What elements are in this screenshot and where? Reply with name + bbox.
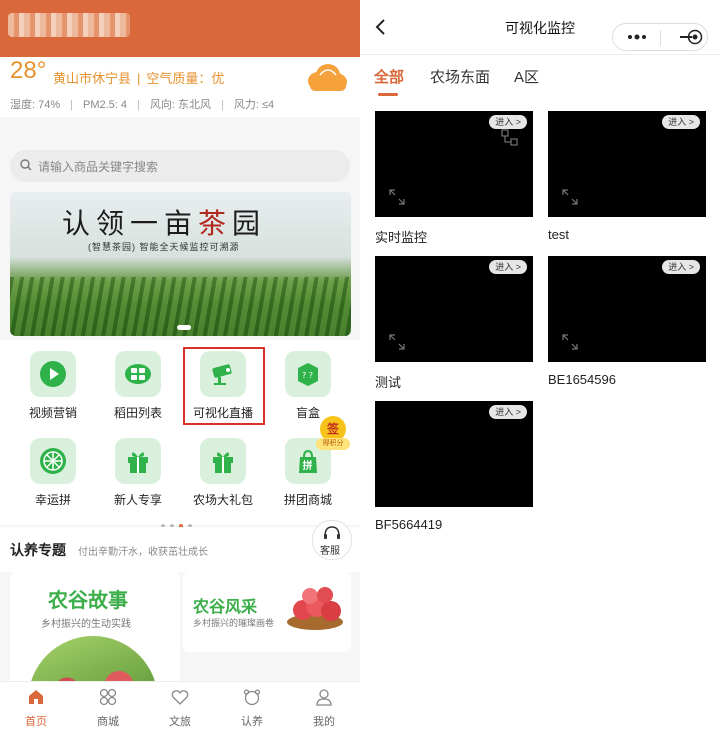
tab-home[interactable]: 首页 (0, 688, 72, 729)
enter-button[interactable]: 进入 > (662, 260, 700, 274)
feature-mystery-box[interactable]: ? ? 盲盒 (268, 351, 348, 421)
adopt-section-header: 认养专题 付出辛勤汗水，收获茁壮成长 (0, 527, 360, 572)
fullscreen-icon[interactable] (389, 334, 405, 350)
fullscreen-icon[interactable] (562, 334, 578, 350)
signin-badge[interactable]: 签 得积分 (316, 416, 350, 450)
tab-shop[interactable]: 商城 (72, 688, 144, 729)
svg-text:拼: 拼 (303, 459, 313, 472)
bottom-tab-bar: 首页 商城 文旅 认养 我的 (0, 681, 360, 732)
header-bar (0, 0, 360, 57)
feature-newcomer[interactable]: 新人专享 (98, 438, 178, 508)
banner-indicator (177, 325, 191, 330)
left-phone-screen: 28° 黄山市休宁县 | 空气质量：优 湿度: 74% | PM2.5: 4 | 风向: 东… (0, 0, 360, 732)
enter-button[interactable]: 进入 > (489, 260, 527, 274)
feature-farm-gift-pack[interactable]: 农场大礼包 (183, 438, 263, 508)
location-air-quality: 黄山市休宁县 | 空气质量：优 (53, 71, 225, 86)
camera-label: BF5664419 (375, 517, 443, 532)
camera-tile[interactable]: 进入 > (375, 111, 533, 217)
camera-label: BE1654596 (548, 372, 616, 387)
camera-label: 实时监控 (375, 230, 428, 245)
group-buy-icon: 拼 (299, 449, 317, 473)
enter-button[interactable]: 进入 > (489, 115, 527, 129)
right-phone-screen: 可视化监控 全部 农场东面 A区 进入 > 实时监控 进入 > test 进入 … (360, 0, 720, 732)
feature-field-list[interactable]: 稻田列表 (98, 351, 178, 421)
more-dots-icon[interactable] (627, 34, 647, 40)
story-card[interactable]: 农谷故事 乡村振兴的生动实践 (10, 572, 180, 687)
tab-culture-travel[interactable]: 文旅 (144, 688, 216, 729)
peach-basket-image (287, 587, 343, 630)
tab-all[interactable]: 全部 (374, 66, 404, 87)
miniprogram-capsule (612, 23, 708, 51)
user-icon (316, 689, 332, 706)
weather-details: 湿度: 74% | PM2.5: 4 | 风向: 东北风 | 风力: ≤4 (10, 99, 275, 111)
promo-banner[interactable]: 认领一亩茶园 (智慧茶园) 智能全天候监控可溯源 (10, 192, 351, 336)
home-icon (29, 690, 43, 704)
mystery-box-icon: ? ? (298, 363, 318, 386)
camera-tile[interactable]: 进入 > (548, 256, 706, 362)
banner-title: 认领一亩茶园 (62, 207, 267, 240)
gift-icon (128, 452, 148, 473)
tab-adopt[interactable]: 认养 (216, 688, 288, 729)
highlight-box (183, 347, 265, 425)
active-tab-underline (378, 93, 398, 96)
blurred-app-name (8, 13, 130, 37)
weather-panel: 28° 黄山市休宁县 | 空气质量：优 湿度: 74% | PM2.5: 4 | 风向: 东… (0, 57, 360, 117)
shop-icon (99, 688, 117, 706)
section-title: 认养专题 (10, 542, 66, 558)
camera-tile[interactable]: 进入 > (375, 401, 533, 507)
gift-pack-icon (213, 452, 233, 473)
enter-button[interactable]: 进入 > (489, 405, 527, 419)
search-icon (20, 159, 32, 171)
feature-video-marketing[interactable]: 视频营销 (13, 351, 93, 421)
headset-icon (324, 526, 340, 539)
link-icon (501, 129, 518, 146)
tab-zone-a[interactable]: A区 (514, 66, 539, 87)
play-icon (40, 361, 66, 387)
search-input[interactable]: 请输入商品关键字搜索 (38, 158, 158, 175)
tab-mine[interactable]: 我的 (288, 688, 360, 729)
camera-tile[interactable]: 进入 > (548, 111, 706, 217)
feature-lucky-group[interactable]: 幸运拼 (13, 438, 93, 508)
customer-service-label: 客服 (320, 546, 340, 557)
banner-subtitle: (智慧茶园) 智能全天候监控可溯源 (88, 242, 240, 252)
fullscreen-icon[interactable] (562, 189, 578, 205)
section-subtitle: 付出辛勤汗水，收获茁壮成长 (78, 547, 208, 558)
close-target-icon[interactable] (687, 29, 703, 45)
peach-tree-image (28, 636, 158, 687)
style-card[interactable]: 农谷风采 乡村振兴的璀璨画卷 (183, 572, 351, 652)
tab-farm-east[interactable]: 农场东面 (430, 66, 490, 87)
field-grid-icon (125, 364, 151, 384)
svg-text:? ?: ? ? (302, 371, 313, 380)
cloud-icon (308, 64, 347, 91)
temperature: 28° (10, 57, 47, 84)
adopt-icon (243, 689, 261, 706)
fullscreen-icon[interactable] (389, 189, 405, 205)
camera-label: test (548, 227, 569, 242)
nav-bar: 可视化监控 (360, 0, 720, 55)
enter-button[interactable]: 进入 > (662, 115, 700, 129)
heart-icon (171, 690, 189, 705)
search-bar[interactable]: 请输入商品关键字搜索 (10, 150, 350, 182)
camera-label: 测试 (375, 375, 402, 390)
lucky-wheel-icon (40, 448, 66, 474)
camera-tile[interactable]: 进入 > (375, 256, 533, 362)
